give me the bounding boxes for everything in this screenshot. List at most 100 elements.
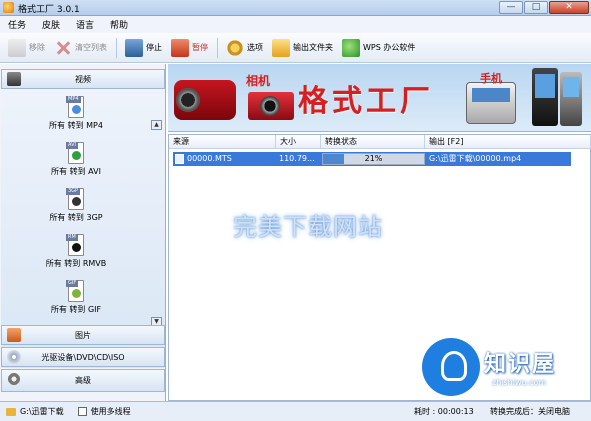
column-size[interactable]: 大小 xyxy=(276,135,321,149)
window-title: 格式工厂 3.0.1 xyxy=(18,5,80,15)
toolbar-separator xyxy=(116,37,117,58)
minimize-button[interactable]: — xyxy=(499,1,523,14)
maximize-button[interactable]: □ xyxy=(524,1,548,14)
conversion-progress-bar: 21% xyxy=(322,153,425,165)
toolbar-separator xyxy=(217,37,218,58)
row-source: 00000.MTS xyxy=(187,154,232,163)
site-watermark-text: 完美下载网站 xyxy=(233,213,383,241)
zhishiwu-name: 知识屋 xyxy=(484,352,557,377)
menu-skin[interactable]: 皮肤 xyxy=(42,18,60,31)
banner-phone-tag: 手机 xyxy=(480,72,502,85)
stop-button[interactable]: 停止 xyxy=(125,37,162,59)
lightbulb-icon xyxy=(422,338,480,396)
column-source[interactable]: 来源 xyxy=(169,135,276,149)
pause-button[interactable]: 暂停 xyxy=(171,37,208,59)
avi-glyph xyxy=(72,151,81,160)
close-button[interactable]: ✕ xyxy=(549,1,589,14)
toolbar: 移除 清空列表 停止 暂停 选项 输出文件夹 WPS 办公软件 xyxy=(0,33,591,63)
stop-label: 停止 xyxy=(146,43,162,52)
gear-icon xyxy=(226,38,244,57)
menu-bar: 任务 皮肤 语言 帮助 xyxy=(0,16,591,33)
options-label: 选项 xyxy=(247,43,263,52)
phone-icon xyxy=(532,68,558,126)
table-row[interactable]: 00000.MTS 110.79... 21% G:\迅雷下载\00000.mp… xyxy=(173,152,571,166)
multithread-label: 使用多线程 xyxy=(90,407,131,416)
output-folder-button[interactable]: 输出文件夹 xyxy=(272,37,333,59)
title-bar: 格式工厂 3.0.1 — □ ✕ xyxy=(0,0,591,16)
format-item-rmvb[interactable]: RM 所有 转到 RMVB xyxy=(1,234,151,274)
wps-button[interactable]: WPS 办公软件 xyxy=(342,37,415,59)
avi-file-tag: AVI xyxy=(66,142,78,149)
menu-task[interactable]: 任务 xyxy=(8,18,26,31)
category-video[interactable]: 视频 xyxy=(1,69,165,89)
format-item-gif[interactable]: GIF 所有 转到 GIF xyxy=(1,280,151,320)
remove-icon xyxy=(8,38,26,57)
row-output: G:\迅雷下载\00000.mp4 xyxy=(429,154,522,163)
3gp-glyph xyxy=(72,197,81,206)
format-gif-label: 所有 转到 GIF xyxy=(50,305,102,314)
banner-camera-tag: 相机 xyxy=(246,74,271,88)
disc-icon xyxy=(7,350,21,364)
category-video-label: 视频 xyxy=(75,74,91,84)
advanced-gear-icon xyxy=(7,372,21,386)
wps-icon xyxy=(342,38,360,57)
zhishiwu-url: zhishiwu.com xyxy=(492,378,547,387)
pause-icon xyxy=(171,38,189,57)
pause-label: 暂停 xyxy=(192,43,208,52)
avi-file-icon: AVI xyxy=(66,142,84,164)
gif-file-tag: GIF xyxy=(66,280,79,287)
stop-icon xyxy=(125,38,143,57)
format-mp4-label: 所有 转到 MP4 xyxy=(49,121,103,130)
promo-banner: 相机 格式工厂 手机 xyxy=(168,64,591,132)
remove-button[interactable]: 移除 xyxy=(8,37,45,59)
progress-percent: 21% xyxy=(364,154,383,163)
category-rom-label: 光驱设备\DVD\CD\ISO xyxy=(41,352,125,362)
output-folder-icon xyxy=(6,407,16,416)
rmvb-file-icon: RM xyxy=(66,234,84,256)
remove-label: 移除 xyxy=(29,43,45,52)
format-rmvb-label: 所有 转到 RMVB xyxy=(45,259,107,268)
output-path[interactable]: G:\迅雷下载 xyxy=(20,406,64,417)
film-icon xyxy=(7,72,21,86)
menu-help[interactable]: 帮助 xyxy=(110,18,128,31)
clear-list-label: 清空列表 xyxy=(75,43,107,52)
after-done-action[interactable]: 转换完成后：关闭电脑 xyxy=(490,406,570,417)
format-3gp-label: 所有 转到 3GP xyxy=(49,213,103,222)
mp4-file-icon: MP4 xyxy=(66,96,84,118)
category-image-label: 图片 xyxy=(75,330,91,340)
zhishiwu-watermark: 知识屋 zhishiwu.com xyxy=(422,336,591,400)
menu-language[interactable]: 语言 xyxy=(76,18,94,31)
app-icon xyxy=(3,2,14,13)
category-advanced-label: 高级 xyxy=(75,376,91,385)
row-size: 110.79... xyxy=(279,154,315,163)
video-camera-icon xyxy=(174,80,236,120)
mp4-glyph xyxy=(72,105,81,114)
format-item-mp4[interactable]: MP4 所有 转到 MP4 xyxy=(1,96,151,136)
format-avi-label: 所有 转到 AVI xyxy=(51,167,101,176)
3gp-file-icon: 3GP xyxy=(66,188,84,210)
3gp-file-tag: 3GP xyxy=(66,188,81,195)
format-item-3gp[interactable]: 3GP 所有 转到 3GP xyxy=(1,188,151,228)
pda-icon xyxy=(466,82,516,124)
elapsed-time: 耗时 : 00:00:13 xyxy=(414,407,474,416)
window-controls: — □ ✕ xyxy=(499,1,589,14)
wps-label: WPS 办公软件 xyxy=(363,43,416,52)
category-advanced[interactable]: 高级 xyxy=(1,369,165,392)
format-item-avi[interactable]: AVI 所有 转到 AVI xyxy=(1,142,151,182)
folder-icon xyxy=(272,38,290,57)
image-icon xyxy=(7,328,21,342)
scroll-up-button[interactable]: ▲ xyxy=(151,120,162,130)
mp4-file-tag: MP4 xyxy=(66,96,81,103)
rmvb-file-tag: RM xyxy=(66,234,78,241)
column-output[interactable]: 输出 [F2] xyxy=(425,135,591,149)
options-button[interactable]: 选项 xyxy=(226,37,263,59)
gif-file-icon: GIF xyxy=(66,280,84,302)
category-image[interactable]: 图片 xyxy=(1,325,165,345)
multithread-checkbox[interactable] xyxy=(77,407,87,416)
category-rom-device[interactable]: 光驱设备\DVD\CD\ISO xyxy=(1,347,165,367)
photo-camera-icon xyxy=(248,92,294,120)
clear-list-button[interactable]: 清空列表 xyxy=(54,37,107,59)
banner-brand: 格式工厂 xyxy=(298,84,434,119)
clear-icon xyxy=(54,39,72,57)
column-status[interactable]: 转换状态 xyxy=(321,135,425,149)
